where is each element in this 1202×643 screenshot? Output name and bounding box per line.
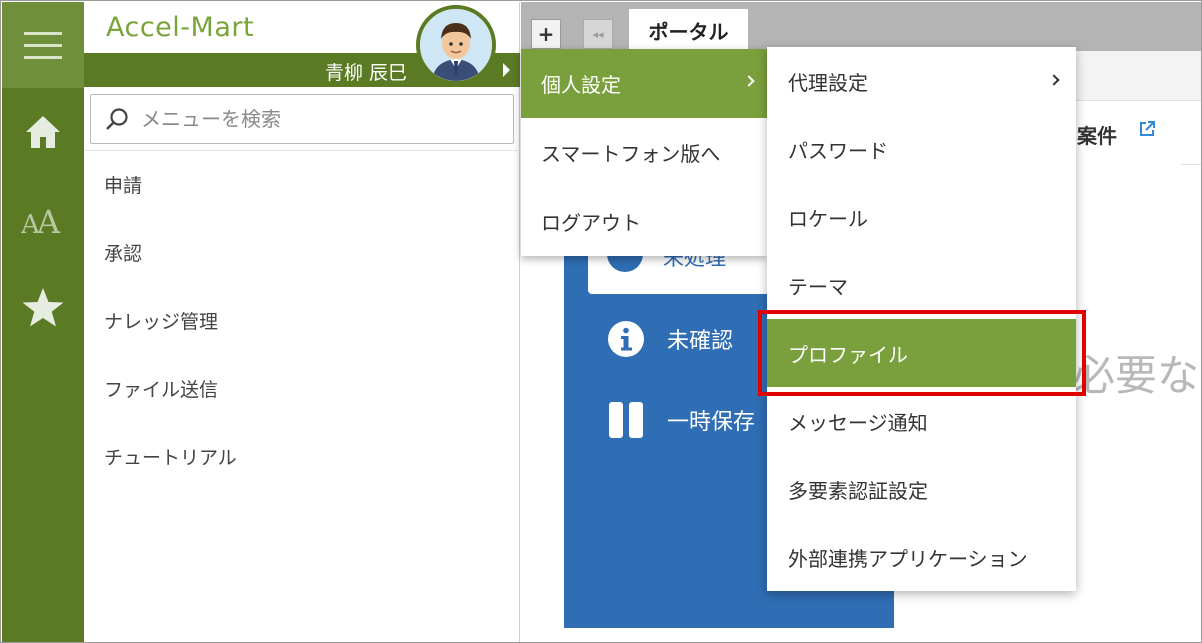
status-unconfirmed-label: 未確認 [667,329,734,354]
external-link-icon[interactable] [1138,120,1156,138]
submenu-item-proxy-label: 代理設定 [788,70,868,95]
hamburger-button[interactable] [2,2,84,88]
highlight-box [758,310,1086,396]
chevron-right-icon [1048,74,1060,86]
hamburger-icon [24,32,62,59]
home-button[interactable] [2,88,84,176]
submenu-item-mfa[interactable]: 多要素認証設定 [767,455,1076,523]
search-input[interactable] [141,107,501,131]
menu-list: 申請 承認 ナレッジ管理 ファイル送信 チュートリアル [84,150,520,490]
submenu-item-message-notify[interactable]: メッセージ通知 [767,387,1076,455]
submenu-item-password[interactable]: パスワード [767,115,1076,183]
menu-item-personal-settings[interactable]: 個人設定 [521,49,767,118]
menu-item-personal-settings-label: 個人設定 [541,73,621,97]
search-icon [106,108,128,130]
font-size-button[interactable]: A A [2,176,84,264]
menu-item-tutorial[interactable]: チュートリアル [84,422,520,490]
tab-bar: + ◂◂ ポータル [521,2,1201,51]
font-size-icon: A A [21,203,61,237]
search-box[interactable] [90,94,514,144]
app-window: A A Accel-Mart 青柳 辰巳 メニューを検索 申請 承認 ナレッジ管… [0,0,1202,643]
menu-item-smartphone-label: スマートフォン版へ [541,142,721,166]
submenu-item-locale[interactable]: ロケール [767,183,1076,251]
menu-item-approve[interactable]: 承認 [84,218,520,286]
status-draft[interactable]: 一時保存 [607,402,755,438]
menu-item-knowledge[interactable]: ナレッジ管理 [84,286,520,354]
submenu-item-proxy[interactable]: 代理設定 [767,47,1076,115]
star-icon [22,288,64,327]
svg-text:A: A [36,203,61,237]
status-unconfirmed[interactable]: 未確認 [607,320,733,358]
collapse-tabs-button[interactable]: ◂◂ [583,19,613,49]
tab-portal[interactable]: ポータル [629,9,748,51]
chevron-right-icon [743,75,755,87]
user-name: 青柳 辰巳 [324,62,407,84]
menu-item-smartphone[interactable]: スマートフォン版へ [521,118,767,187]
add-tab-button[interactable]: + [531,19,561,49]
home-icon [26,116,60,148]
icon-rail: A A [2,2,84,642]
brand-logo[interactable]: Accel-Mart [106,12,254,43]
submenu-item-theme[interactable]: テーマ [767,251,1076,319]
avatar[interactable] [416,5,496,85]
caret-right-icon [503,63,510,77]
divider [1181,164,1201,165]
side-menu: Accel-Mart 青柳 辰巳 メニューを検索 申請 承認 ナレッジ管理 ファ… [84,2,520,642]
user-dropdown: 個人設定 スマートフォン版へ ログアウト [521,49,767,256]
status-draft-label: 一時保存 [667,410,756,435]
menu-item-logout[interactable]: ログアウト [521,187,767,256]
user-avatar-icon [420,9,492,81]
notice-text: 必要な [1073,351,1200,400]
pause-icon [609,402,643,438]
case-title[interactable]: 案件 [1077,120,1117,149]
submenu-item-external-apps[interactable]: 外部連携アプリケーション [767,523,1076,591]
menu-item-apply[interactable]: 申請 [84,150,520,218]
menu-item-file-send[interactable]: ファイル送信 [84,354,520,422]
info-icon [608,321,644,357]
menu-item-logout-label: ログアウト [541,211,641,235]
favorites-button[interactable] [2,264,84,352]
